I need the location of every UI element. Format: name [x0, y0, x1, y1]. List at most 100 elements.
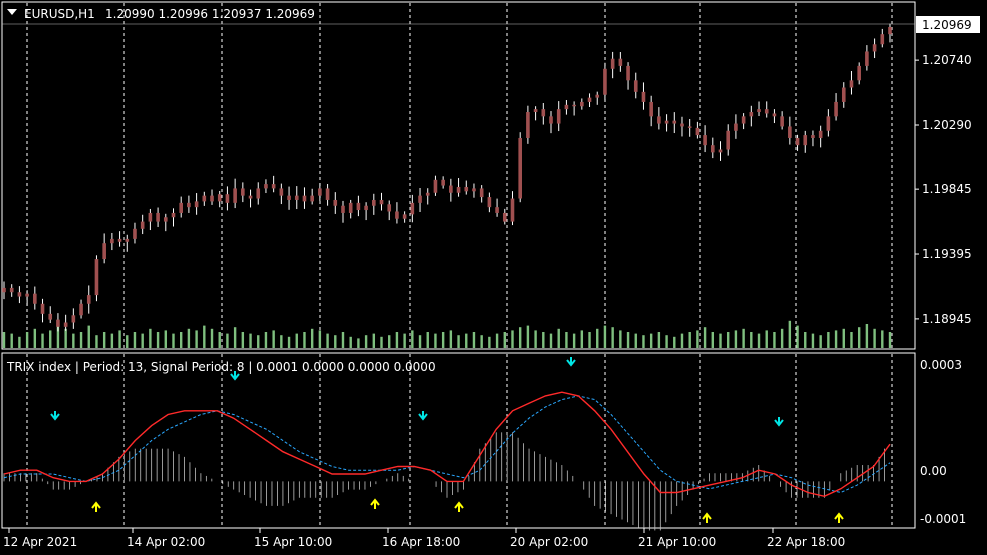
volume-bar	[588, 332, 591, 348]
candle-body	[487, 197, 492, 208]
candle-body	[549, 116, 553, 124]
volume-bar	[657, 332, 661, 348]
candle-body	[202, 195, 207, 202]
volume-bar	[126, 335, 129, 348]
candle-body	[826, 116, 831, 131]
trading-chart[interactable]: EURUSD,H1 1.20990 1.20996 1.20937 1.2096…	[0, 0, 987, 555]
candle-body	[772, 113, 777, 117]
candle-body	[849, 80, 854, 88]
volume-bar	[33, 328, 37, 348]
candle-body	[395, 211, 399, 219]
chart-canvas[interactable]: EURUSD,H1 1.20990 1.20996 1.20937 1.2096…	[0, 0, 987, 555]
candle-body	[341, 205, 345, 213]
time-axis[interactable]: 12 Apr 2021 14 Apr 02:00 15 Apr 10:00 16 Ap…	[3, 528, 845, 549]
volume-bar	[41, 333, 44, 348]
candle-body	[264, 184, 268, 189]
volume-bar	[596, 328, 599, 348]
volume-bar	[341, 332, 345, 348]
candle-body	[40, 303, 45, 314]
volume-bar	[842, 328, 845, 348]
candle-body	[318, 188, 322, 196]
indicator-tick-top: 0.0003	[920, 358, 962, 372]
volume-bar	[696, 330, 699, 348]
candle-body	[233, 188, 237, 203]
volume-bar	[611, 327, 614, 348]
volume-bar	[580, 330, 584, 348]
volume-bar	[79, 332, 83, 348]
candle-body	[148, 212, 153, 222]
candle-body	[718, 149, 723, 153]
candle-body	[857, 65, 861, 81]
candle-body	[672, 120, 677, 124]
volume-bar	[850, 332, 853, 348]
volume-bar	[680, 333, 684, 348]
volume-bar	[526, 325, 530, 348]
candle-body	[564, 104, 569, 110]
candle-body	[841, 87, 846, 102]
volume-bar	[218, 332, 221, 348]
volume-bar	[742, 328, 745, 348]
time-tick-label: 22 Apr 18:00	[767, 535, 845, 549]
candle-body	[526, 112, 530, 138]
candle-body	[502, 212, 507, 222]
volume-bar	[873, 328, 876, 348]
candle-body	[680, 123, 684, 127]
candle-body	[248, 195, 253, 199]
candle-body	[880, 34, 885, 45]
candle-body	[803, 135, 808, 146]
candle-body	[133, 228, 137, 239]
candle-body	[657, 116, 661, 124]
candle-body	[48, 313, 53, 320]
price-tick-label: 1.20740	[922, 53, 972, 67]
price-axis[interactable]: 1.20969 1.20740 1.20290 1.19845 1.19395 1.18…	[915, 16, 980, 326]
volume-bar	[257, 335, 260, 348]
volume-bar	[226, 333, 229, 348]
candle-body	[210, 195, 214, 202]
volume-bar	[72, 333, 75, 348]
price-tick-label: 1.19395	[922, 247, 972, 261]
candle-body	[17, 292, 22, 297]
candle-body	[633, 80, 638, 92]
candle-body	[217, 194, 222, 202]
volume-bar	[734, 330, 738, 348]
candle-body	[372, 199, 376, 206]
candle-body	[140, 221, 145, 229]
volume-bar	[172, 333, 175, 348]
candle-body	[556, 109, 561, 124]
volume-bar	[310, 328, 314, 348]
time-tick-label: 20 Apr 02:00	[510, 535, 588, 549]
candle-body	[764, 109, 769, 114]
volume-bar	[411, 330, 414, 348]
candle-body	[757, 109, 761, 113]
chart-ohlc-values: 1.20990 1.20996 1.20937 1.20969	[105, 7, 315, 21]
candle-body	[187, 202, 191, 208]
candle-body	[425, 192, 430, 196]
candle-body	[86, 295, 91, 304]
candle-body	[25, 293, 29, 297]
candle-body	[834, 101, 838, 117]
candle-body	[587, 97, 592, 102]
candle-body	[194, 201, 199, 208]
price-tick-label: 1.18945	[922, 312, 972, 326]
candle-body	[325, 188, 330, 200]
current-price-label: 1.20969	[922, 18, 972, 32]
volume-bar	[557, 328, 560, 348]
volume-bar	[395, 332, 399, 348]
volume-bar	[364, 335, 368, 348]
volume-bar	[203, 325, 206, 348]
volume-bar	[819, 335, 822, 348]
volume-bar	[357, 338, 360, 348]
volume-bar	[619, 330, 622, 348]
candle-body	[703, 135, 707, 146]
volume-bar	[187, 328, 191, 348]
volume-bar	[888, 332, 892, 348]
volume-bar	[881, 330, 884, 348]
volume-bar	[857, 327, 861, 348]
candle-body	[241, 188, 245, 196]
indicator-axis[interactable]: 0.0003 0.00 -0.0001	[920, 358, 966, 526]
candle-body	[348, 202, 353, 213]
volume-bar	[757, 333, 761, 348]
candle-body	[287, 195, 291, 200]
candle-body	[71, 315, 76, 323]
volume-bar	[811, 333, 815, 348]
